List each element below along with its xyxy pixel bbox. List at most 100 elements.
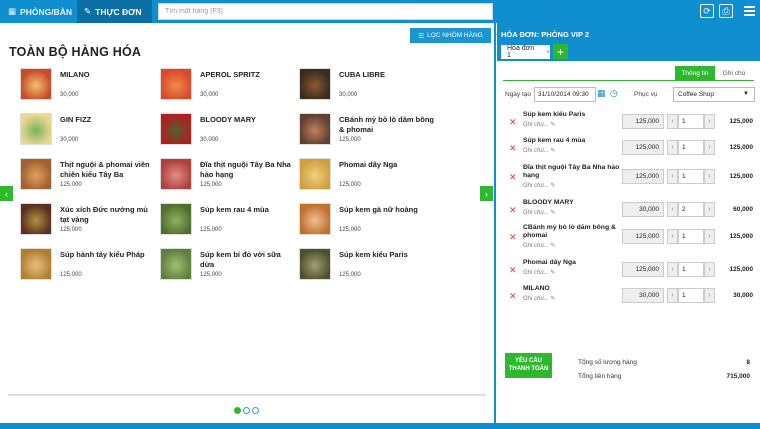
filter-group-button[interactable]: ☰ LỌC NHÓM HÀNG	[410, 28, 491, 43]
product-price: 125,000	[60, 182, 82, 188]
line-note[interactable]: Ghi chú... ✎	[523, 242, 555, 249]
decrease-button[interactable]: ‹	[667, 202, 678, 217]
increase-button[interactable]: ›	[704, 114, 715, 129]
increase-button[interactable]: ›	[704, 262, 715, 277]
page-dot-3[interactable]	[252, 407, 259, 414]
product-item[interactable]: BLOODY MARY 30,000	[160, 113, 299, 153]
decrease-button[interactable]: ‹	[667, 288, 678, 303]
product-price: 125,000	[339, 227, 361, 233]
product-item[interactable]: Súp hành tây kiểu Pháp 125,000	[20, 248, 159, 288]
decrease-button[interactable]: ‹	[667, 114, 678, 129]
next-page-button[interactable]: ›	[480, 186, 493, 201]
delete-icon[interactable]: ✕	[509, 143, 517, 154]
product-item[interactable]: Thịt nguội & phomai viên chiên kiểu Tây …	[20, 158, 159, 198]
product-name: MILANO	[60, 70, 90, 79]
delete-icon[interactable]: ✕	[509, 265, 517, 276]
line-price[interactable]: 125,000	[622, 229, 664, 244]
chevron-down-icon: ▼	[743, 91, 749, 97]
search-input[interactable]	[158, 3, 493, 20]
decrease-button[interactable]: ‹	[667, 169, 678, 184]
increase-button[interactable]: ›	[704, 229, 715, 244]
tab-notes[interactable]: Ghi chú	[719, 66, 749, 80]
quantity-field[interactable]: 1	[678, 262, 704, 277]
calendar-icon[interactable]: ▦	[597, 88, 607, 99]
line-note[interactable]: Ghi chú... ✎	[523, 147, 555, 154]
delete-icon[interactable]: ✕	[509, 172, 517, 183]
product-item[interactable]: GIN FIZZ 30,000	[20, 113, 159, 153]
product-item[interactable]: CUBA LIBRE 30,000	[299, 68, 438, 108]
line-note[interactable]: Ghi chú... ✎	[523, 269, 555, 276]
line-note-text: Ghi chú...	[523, 122, 549, 128]
pencil-icon[interactable]: ✎	[550, 122, 555, 128]
product-item[interactable]: Súp kem rau 4 mùa 125,000	[160, 203, 299, 243]
product-item[interactable]: Súp kem kiểu Paris 125,000	[299, 248, 438, 288]
add-invoice-button[interactable]: +	[553, 44, 568, 59]
hamburger-menu-icon[interactable]	[744, 6, 755, 16]
product-item[interactable]: CBánh mỳ bò lò dăm bông & phomai 125,000	[299, 113, 438, 153]
pencil-icon[interactable]: ✎	[550, 243, 555, 249]
delete-icon[interactable]: ✕	[509, 291, 517, 302]
decrease-button[interactable]: ‹	[667, 229, 678, 244]
tab-info[interactable]: Thông tin	[675, 66, 715, 80]
quantity-field[interactable]: 1	[678, 288, 704, 303]
delete-icon[interactable]: ✕	[509, 205, 517, 216]
prev-page-button[interactable]: ‹	[0, 186, 13, 201]
pencil-icon[interactable]: ✎	[550, 148, 555, 154]
product-image	[160, 248, 192, 280]
line-name: BLOODY MARY	[523, 199, 574, 206]
invoice-line: ✕ Phomai dây Nga Ghi chú... ✎ 125,000 ‹ 1 › 125…	[497, 259, 760, 287]
increase-button[interactable]: ›	[704, 202, 715, 217]
product-item[interactable]: Phomai dây Nga 125,000	[299, 158, 438, 198]
page-dot-2[interactable]	[243, 407, 250, 414]
product-item[interactable]: APEROL SPRITZ 30,000	[160, 68, 299, 108]
quantity-field[interactable]: 1	[678, 229, 704, 244]
product-item[interactable]: MILANO 30,000	[20, 68, 159, 108]
pencil-icon[interactable]: ✎	[550, 270, 555, 276]
line-note[interactable]: Ghi chú... ✎	[523, 182, 555, 189]
line-price[interactable]: 125,000	[622, 114, 664, 129]
line-note[interactable]: Ghi chú... ✎	[523, 209, 555, 216]
line-price[interactable]: 30,000	[622, 202, 664, 217]
product-item[interactable]: Súp kem bí đỏ với sữa dừa 125,000	[160, 248, 299, 288]
increase-button[interactable]: ›	[704, 288, 715, 303]
invoice-tab[interactable]: Hóa đơn 1 ×	[501, 45, 550, 59]
quantity-field[interactable]: 2	[678, 202, 704, 217]
product-item[interactable]: Đĩa thịt nguội Tây Ba Nha hảo hạng 125,00…	[160, 158, 299, 198]
tab-rooms[interactable]: ▦ PHÒNG/BÀN	[0, 0, 77, 23]
print-icon[interactable]: ⎙	[719, 4, 733, 18]
tab-menu[interactable]: ✎ THỰC ĐƠN	[77, 0, 152, 23]
refresh-icon[interactable]: ⟳	[700, 4, 714, 18]
line-price[interactable]: 30,000	[622, 288, 664, 303]
request-payment-button[interactable]: YÊU CẦU THANH TOÁN	[505, 353, 552, 378]
pencil-icon[interactable]: ✎	[550, 296, 555, 302]
delete-icon[interactable]: ✕	[509, 117, 517, 128]
quantity-field[interactable]: 1	[678, 140, 704, 155]
increase-button[interactable]: ›	[704, 140, 715, 155]
line-price[interactable]: 125,000	[622, 262, 664, 277]
line-note[interactable]: Ghi chú... ✎	[523, 121, 555, 128]
quantity-field[interactable]: 1	[678, 114, 704, 129]
line-price[interactable]: 125,000	[622, 169, 664, 184]
line-total: 125,000	[729, 173, 754, 180]
increase-button[interactable]: ›	[704, 169, 715, 184]
product-image	[299, 203, 331, 235]
product-item[interactable]: Xúc xích Đức nướng mù tạt vàng 125,000	[20, 203, 159, 243]
horizontal-scrollbar[interactable]	[8, 394, 486, 396]
total-qty-label: Tổng số lượng hàng	[578, 359, 637, 366]
line-total: 125,000	[729, 266, 754, 273]
decrease-button[interactable]: ‹	[667, 140, 678, 155]
close-icon[interactable]: ×	[546, 49, 550, 56]
line-price[interactable]: 125,000	[622, 140, 664, 155]
product-name: Phomai dây Nga	[339, 160, 398, 169]
line-note[interactable]: Ghi chú... ✎	[523, 295, 555, 302]
pencil-icon[interactable]: ✎	[550, 210, 555, 216]
product-item[interactable]: Súp kem gà nữ hoàng 125,000	[299, 203, 438, 243]
clock-icon[interactable]: ◷	[610, 88, 620, 99]
pencil-icon[interactable]: ✎	[550, 183, 555, 189]
decrease-button[interactable]: ‹	[667, 262, 678, 277]
delete-icon[interactable]: ✕	[509, 232, 517, 243]
quantity-field[interactable]: 1	[678, 169, 704, 184]
page-dot-1[interactable]	[234, 407, 241, 414]
tab-rooms-label: PHÒNG/BÀN	[20, 6, 72, 17]
date-field[interactable]: 31/10/2014 09:30	[534, 87, 596, 102]
